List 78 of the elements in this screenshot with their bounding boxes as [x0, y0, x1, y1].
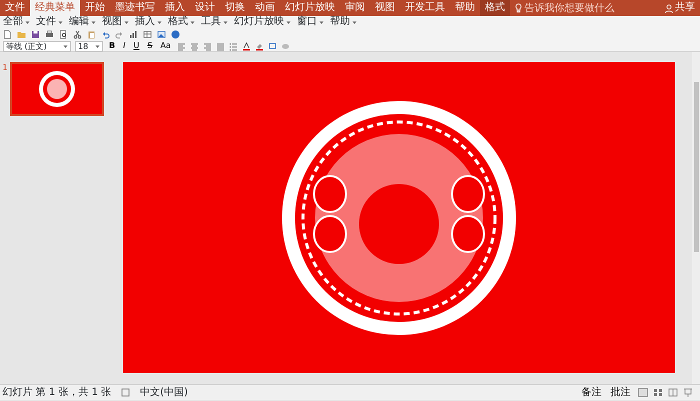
caret-icon[interactable]: [63, 44, 68, 48]
menu-item[interactable]: 帮助: [330, 16, 357, 28]
format-button[interactable]: B: [107, 41, 118, 51]
reading-view-icon[interactable]: [668, 388, 678, 397]
slide-sorter-icon[interactable]: [652, 388, 662, 397]
ribbon-tab[interactable]: 插入: [160, 0, 190, 16]
spellcheck-icon[interactable]: [121, 388, 130, 397]
picture-icon[interactable]: [157, 30, 166, 38]
redo-icon[interactable]: [115, 30, 124, 38]
ribbon-tab[interactable]: 幻灯片放映: [280, 0, 340, 16]
table-icon[interactable]: [143, 30, 152, 38]
font-name-dropdown[interactable]: 等线 (正文): [3, 40, 71, 52]
normal-view-icon[interactable]: [638, 388, 648, 397]
save-icon[interactable]: [31, 30, 40, 38]
align-right-icon[interactable]: [202, 42, 212, 50]
slide-number: 1: [2, 62, 8, 74]
caret-icon[interactable]: [319, 20, 324, 24]
chart-icon[interactable]: [129, 30, 138, 38]
shape-outline-icon[interactable]: [268, 42, 277, 50]
language-text[interactable]: 中文(中国): [140, 385, 188, 400]
undo-icon[interactable]: [101, 30, 110, 38]
printer-icon[interactable]: [45, 30, 54, 38]
vertical-scrollbar[interactable]: [692, 52, 700, 384]
lightbulb-icon[interactable]: [515, 3, 522, 13]
caret-icon[interactable]: [95, 44, 100, 48]
caret-icon[interactable]: [223, 20, 228, 24]
ribbon-tab[interactable]: 格式: [480, 0, 510, 16]
page-icon[interactable]: [3, 30, 12, 38]
caret-icon[interactable]: [25, 20, 30, 24]
share-button[interactable]: 共享: [675, 0, 695, 16]
ribbon-tab[interactable]: 审阅: [340, 0, 370, 16]
magnifier-page-icon[interactable]: [59, 30, 68, 38]
ribbon-tab[interactable]: 墨迹书写: [110, 0, 160, 16]
ribbon-tab[interactable]: 开始: [80, 0, 110, 16]
person-icon[interactable]: [664, 4, 672, 12]
ribbon-tab[interactable]: 设计: [190, 0, 220, 16]
menu-item[interactable]: 窗口: [297, 16, 324, 28]
ribbon-tab[interactable]: 开发工具: [400, 0, 450, 16]
slide-count-text: 幻灯片 第 1 张，共 1 张: [2, 386, 112, 400]
ribbon-tab[interactable]: 动画: [250, 0, 280, 16]
font-color-icon[interactable]: [242, 42, 251, 50]
format-button[interactable]: U: [131, 41, 142, 51]
caret-icon[interactable]: [190, 20, 195, 24]
align-center-icon[interactable]: [190, 42, 199, 50]
menu-item[interactable]: 视图: [102, 16, 129, 28]
format-button[interactable]: I: [121, 41, 128, 51]
caret-icon[interactable]: [157, 20, 162, 24]
clipboard-icon[interactable]: [87, 30, 96, 38]
ribbon-tab[interactable]: 切换: [220, 0, 250, 16]
font-size-dropdown[interactable]: 18: [75, 40, 103, 52]
menu-item[interactable]: 幻灯片放映: [234, 16, 291, 28]
align-left-icon[interactable]: [176, 42, 186, 50]
menu-item[interactable]: 工具: [201, 16, 228, 28]
menu-item[interactable]: 格式: [168, 16, 195, 28]
format-button[interactable]: Aa: [158, 41, 173, 51]
slideshow-icon[interactable]: [682, 388, 692, 397]
format-button[interactable]: S: [145, 41, 154, 51]
ribbon-tab[interactable]: 视图: [370, 0, 400, 16]
slide-thumbnail[interactable]: [10, 62, 104, 116]
menu-item[interactable]: 编辑: [69, 16, 96, 28]
ribbon-tab[interactable]: 文件: [0, 0, 30, 16]
numbered-list-icon[interactable]: [228, 42, 238, 50]
caret-icon[interactable]: [352, 20, 357, 24]
scissors-icon[interactable]: [73, 30, 82, 38]
caret-icon[interactable]: [286, 20, 291, 24]
notes-button[interactable]: 备注: [580, 388, 604, 398]
caret-icon[interactable]: [91, 20, 96, 24]
caret-icon[interactable]: [124, 20, 129, 24]
caret-icon[interactable]: [58, 20, 63, 24]
menu-item[interactable]: 文件: [36, 16, 63, 28]
comments-button[interactable]: 批注: [608, 388, 632, 398]
tell-me-search-field[interactable]: 告诉我你想要做什么: [524, 0, 614, 16]
menu-item[interactable]: 全部: [3, 16, 30, 28]
ribbon-tab[interactable]: 帮助: [450, 0, 480, 16]
menu-item[interactable]: 插入: [135, 16, 162, 28]
ribbon-tab[interactable]: 经典菜单: [30, 0, 80, 16]
justify-icon[interactable]: [216, 42, 225, 50]
fill-color-icon[interactable]: [254, 42, 264, 50]
